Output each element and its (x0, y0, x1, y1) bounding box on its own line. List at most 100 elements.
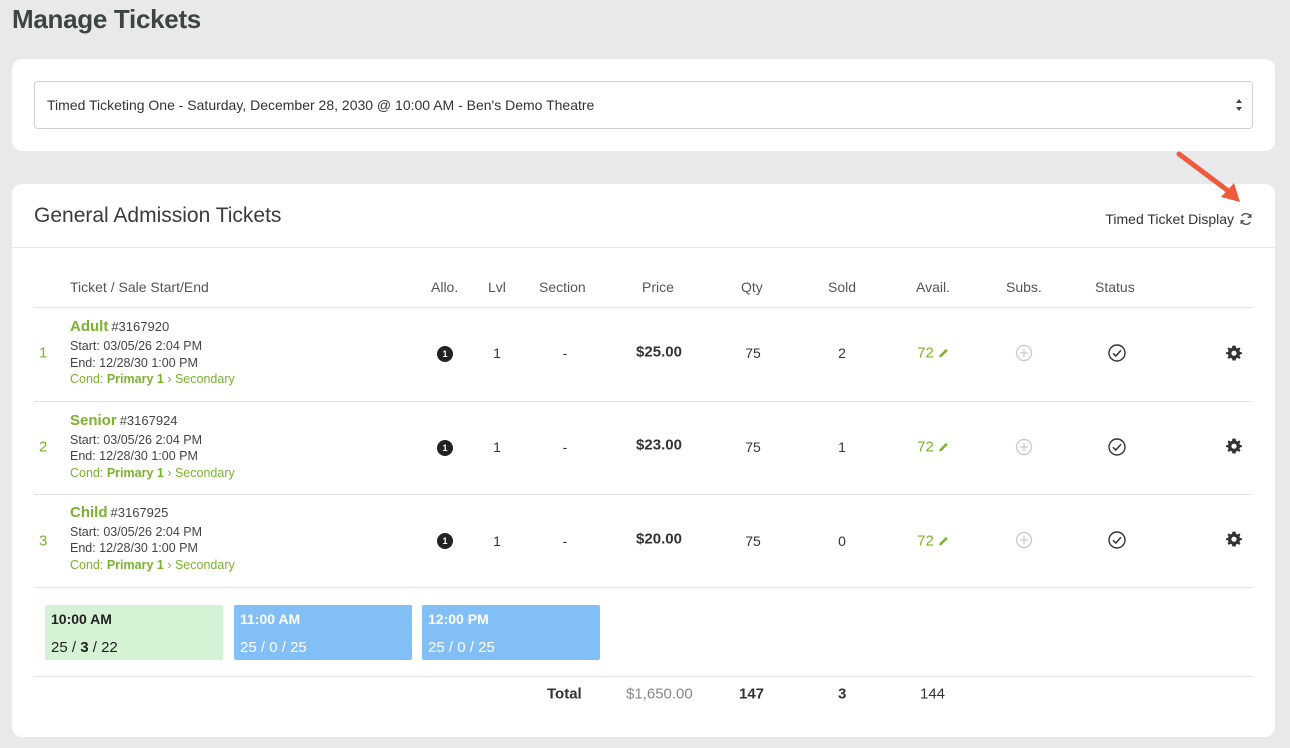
chevron-right-icon: › (167, 372, 172, 386)
col-section: Section (539, 279, 586, 295)
allocation-badge: 1 (437, 440, 453, 456)
chevron-right-icon: › (167, 558, 172, 572)
section: - (562, 345, 568, 361)
event-select-value: Timed Ticketing One - Saturday, December… (47, 97, 595, 113)
annotation-arrow (1176, 151, 1240, 202)
page-title: Manage Tickets (12, 4, 201, 34)
slot-time: 10:00 AM (51, 611, 112, 627)
col-qty: Qty (741, 279, 763, 295)
allocation-badge: 1 (437, 533, 453, 549)
price: $20.00 (636, 530, 682, 548)
level: 1 (493, 533, 501, 549)
section: - (562, 533, 568, 549)
cond-primary[interactable]: Primary 1 (107, 372, 164, 386)
slot-counts: 25 / 3 / 22 (51, 639, 118, 656)
cond-primary[interactable]: Primary 1 (107, 466, 164, 480)
tickets-card-header: General Admission Tickets Timed Ticket D… (12, 184, 1275, 248)
row-index: 2 (39, 438, 48, 456)
gear-icon[interactable] (1226, 345, 1242, 361)
status-check-icon[interactable] (1108, 438, 1127, 457)
total-label: Total (547, 685, 582, 703)
qty: 75 (745, 439, 761, 455)
ticket-name-text[interactable]: Senior (70, 412, 117, 429)
sale-end: End: 12/28/30 1:00 PM (70, 449, 198, 463)
level: 1 (493, 439, 501, 455)
col-lvl: Lvl (488, 279, 506, 295)
total-price: $1,650.00 (626, 685, 693, 703)
avail-value: 72 (917, 438, 934, 456)
time-slot-1000am[interactable]: 10:00 AM 25 / 3 / 22 (45, 605, 223, 660)
price: $23.00 (636, 436, 682, 454)
sale-start: Start: 03/05/26 2:04 PM (70, 339, 203, 353)
level: 1 (493, 345, 501, 361)
avail-edit[interactable]: 72 (917, 533, 949, 550)
add-subscription-icon[interactable] (1015, 438, 1033, 456)
condition: Cond: Primary 1 › Secondary (70, 372, 235, 386)
cond-secondary[interactable]: Secondary (175, 372, 235, 386)
row-index: 1 (39, 344, 48, 362)
cond-secondary[interactable]: Secondary (175, 558, 235, 572)
time-slot-1200pm[interactable]: 12:00 PM 25 / 0 / 25 (422, 605, 600, 660)
pencil-icon (938, 536, 948, 546)
row-divider (34, 587, 1253, 588)
gear-icon[interactable] (1226, 438, 1242, 454)
select-arrows-icon (1236, 99, 1242, 111)
ticket-number: #3167924 (119, 413, 178, 428)
avail-value: 72 (917, 344, 934, 362)
price: $25.00 (636, 343, 682, 361)
time-slot-1100am[interactable]: 11:00 AM 25 / 0 / 25 (234, 605, 412, 660)
pencil-icon (938, 442, 948, 452)
cond-label: Cond: (70, 372, 104, 386)
avail-edit[interactable]: 72 (917, 345, 949, 362)
total-qty: 147 (739, 685, 765, 703)
event-select-card: Timed Ticketing One - Saturday, December… (12, 59, 1275, 151)
ticket-name-text[interactable]: Adult (70, 318, 108, 335)
allocation-badge: 1 (437, 346, 453, 362)
cond-primary[interactable]: Primary 1 (107, 558, 164, 572)
section: - (562, 439, 568, 455)
slot-counts: 25 / 0 / 25 (428, 639, 495, 656)
ticket-number: #3167925 (110, 505, 169, 520)
ticket-number: #3167920 (111, 319, 170, 334)
slot-time: 12:00 PM (428, 611, 489, 627)
col-avail: Avail. (916, 279, 950, 295)
table-row: 2 Senior #3167924 Start: 03/05/26 2:04 PM… (34, 402, 1253, 495)
avail-edit[interactable]: 72 (917, 439, 949, 456)
ticket-name[interactable]: Adult #3167920 (70, 318, 169, 335)
sale-end: End: 12/28/30 1:00 PM (70, 356, 198, 370)
ticket-name[interactable]: Senior #3167924 (70, 412, 178, 429)
qty: 75 (745, 533, 761, 549)
avail-value: 72 (917, 532, 934, 550)
condition: Cond: Primary 1 › Secondary (70, 466, 235, 480)
section-title: General Admission Tickets (34, 204, 282, 227)
chevron-right-icon: › (167, 466, 172, 480)
ticket-name[interactable]: Child #3167925 (70, 504, 168, 521)
col-allo: Allo. (431, 279, 459, 295)
sale-start: Start: 03/05/26 2:04 PM (70, 433, 203, 447)
gear-icon[interactable] (1226, 531, 1242, 547)
cond-label: Cond: (70, 558, 104, 572)
table-row: 1 Adult #3167920 Start: 03/05/26 2:04 PM … (34, 308, 1253, 401)
status-check-icon[interactable] (1108, 344, 1127, 363)
add-subscription-icon[interactable] (1015, 344, 1033, 362)
event-select[interactable]: Timed Ticketing One - Saturday, December… (34, 81, 1253, 129)
sold: 2 (838, 345, 846, 361)
pencil-icon (938, 348, 948, 358)
slot-counts: 25 / 0 / 25 (240, 639, 307, 656)
qty: 75 (745, 345, 761, 361)
cond-label: Cond: (70, 466, 104, 480)
ticket-name-text[interactable]: Child (70, 504, 108, 521)
condition: Cond: Primary 1 › Secondary (70, 558, 235, 572)
add-subscription-icon[interactable] (1015, 531, 1033, 549)
table-row: 3 Child #3167925 Start: 03/05/26 2:04 PM … (34, 495, 1253, 588)
status-check-icon[interactable] (1108, 531, 1127, 550)
total-sold: 3 (838, 685, 847, 703)
sale-end: End: 12/28/30 1:00 PM (70, 541, 198, 555)
col-status: Status (1095, 279, 1135, 295)
col-subs: Subs. (1006, 279, 1042, 295)
sold: 1 (838, 439, 846, 455)
slot-time: 11:00 AM (240, 611, 301, 627)
sold: 0 (838, 533, 846, 549)
row-index: 3 (39, 532, 48, 550)
cond-secondary[interactable]: Secondary (175, 466, 235, 480)
